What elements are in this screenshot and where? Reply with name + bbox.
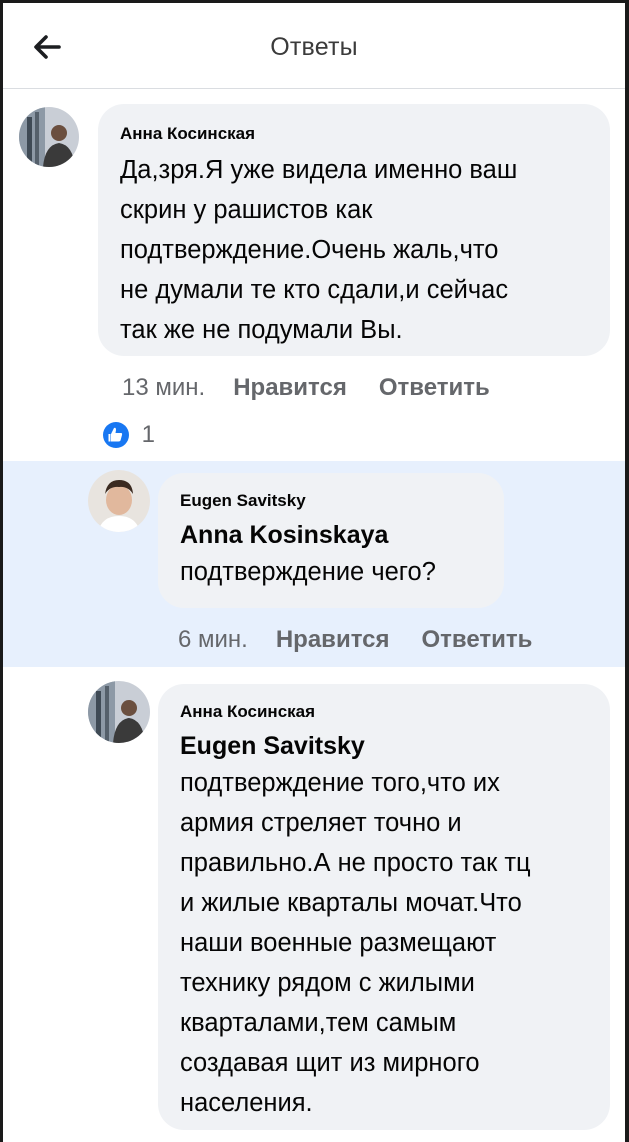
avatar[interactable]	[88, 470, 150, 532]
comment-author[interactable]: Eugen Savitsky	[180, 491, 482, 511]
avatar[interactable]	[88, 681, 150, 743]
mention-tag[interactable]: Eugen Savitsky	[180, 732, 588, 761]
reply-button[interactable]: Ответить	[421, 626, 532, 653]
like-button[interactable]: Нравится	[233, 374, 347, 401]
avatar-photo	[88, 681, 150, 743]
comment-line: технику рядом с жилыми	[180, 969, 475, 997]
comment-time: 6 мин.	[178, 626, 248, 653]
comment-bubble: Анна Косинская Да,зря.Я уже видела именн…	[98, 104, 610, 356]
comment-line: так же не подумали Вы.	[120, 316, 403, 344]
comment-line: кварталами,тем самым	[180, 1009, 457, 1037]
comment-line: скрин у рашистов как	[120, 196, 373, 224]
comment-text: подтверждение того,что их армия стреляет…	[180, 763, 588, 1123]
comment-line: подтверждение.Очень жаль,что	[120, 236, 499, 264]
page-title: Ответы	[270, 33, 358, 61]
reaction-summary[interactable]: 1	[103, 420, 155, 449]
comment-text: Да,зря.Я уже видела именно ваш скрин у р…	[120, 150, 588, 350]
like-button[interactable]: Нравится	[276, 626, 390, 653]
comment-line: населения.	[180, 1089, 313, 1117]
comment-author[interactable]: Анна Косинская	[180, 702, 588, 722]
comment-line: наши военные размещают	[180, 929, 497, 957]
comment-meta: 13 мин. Нравится Ответить	[122, 374, 522, 402]
comment-line: Да,зря.Я уже видела именно ваш	[120, 156, 518, 184]
reply-button[interactable]: Ответить	[379, 374, 490, 401]
comment-line: армия стреляет точно и	[180, 809, 462, 837]
comment-bubble: Eugen Savitsky Anna Kosinskaya подтвержд…	[158, 473, 504, 608]
thumbs-up-icon	[103, 421, 129, 448]
avatar[interactable]	[19, 107, 79, 167]
top-bar: Ответы	[3, 3, 625, 89]
comment-line: создавая щит из мирного	[180, 1049, 480, 1077]
comment-line: правильно.А не просто так тц	[180, 849, 531, 877]
avatar-photo	[19, 107, 79, 167]
comment-text: подтверждение чего?	[180, 558, 436, 586]
comment-line: не думали те кто сдали,и сейчас	[120, 276, 509, 304]
comment-author[interactable]: Анна Косинская	[120, 124, 588, 144]
comment-time: 13 мин.	[122, 374, 206, 401]
comment-meta: 6 мин. Нравится Ответить	[178, 626, 564, 654]
mention-tag[interactable]: Anna Kosinskaya	[180, 521, 482, 550]
comment-bubble: Анна Косинская Eugen Savitsky подтвержде…	[158, 684, 610, 1130]
comment-line: подтверждение того,что их	[180, 769, 500, 797]
avatar-photo	[88, 470, 150, 532]
comment-line: и жилые кварталы мочат.Что	[180, 889, 522, 917]
reaction-count: 1	[141, 420, 156, 448]
